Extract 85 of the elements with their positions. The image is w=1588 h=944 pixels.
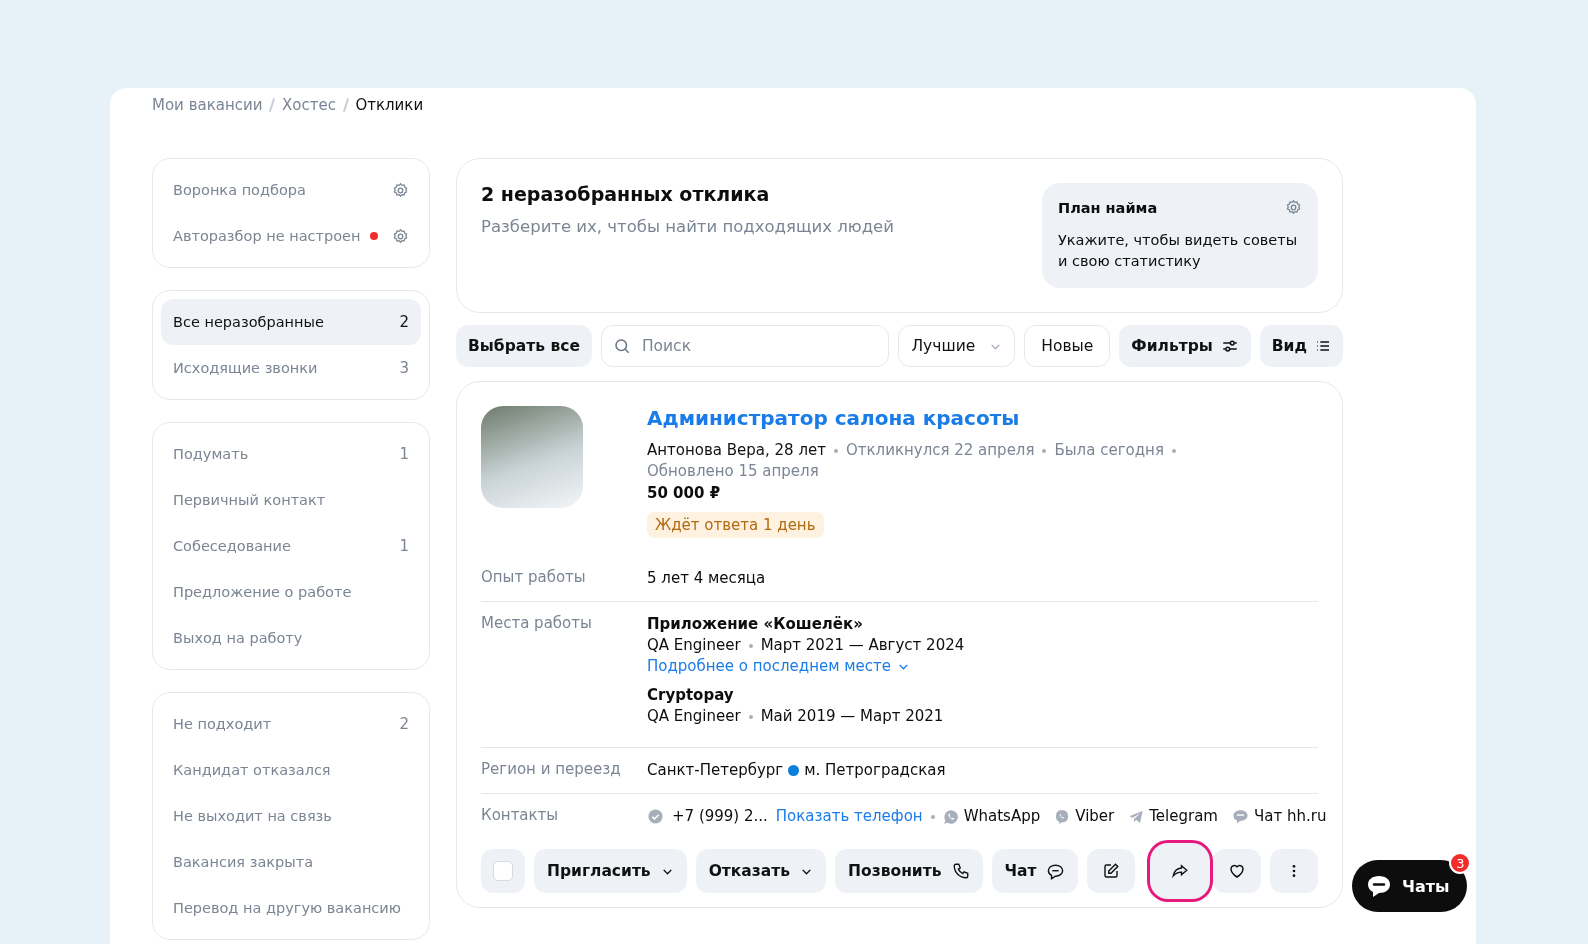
response-meta: Была сегодня [1054,440,1164,461]
bullet-separator [1042,448,1047,453]
list-icon [1315,338,1331,354]
more-link[interactable]: Подробнее о последнем месте [647,656,911,677]
verified-icon [647,808,664,825]
summary-subtitle: Разберите их, чтобы найти подходящих людей [481,217,895,236]
breadcrumb-link[interactable]: Мои вакансии [152,96,263,114]
select-checkbox[interactable] [493,861,513,881]
company-name: Cryptopay [647,685,735,706]
sidebar-item[interactable]: Первичный контакт [161,477,421,523]
bullet-separator [748,714,753,719]
hiring-plan-title: План найма [1058,199,1158,216]
salary: 50 000 ₽ [647,484,722,502]
sliders-icon [1220,337,1239,355]
phone-number: +7 (999) 2... [672,806,768,827]
sidebar-item[interactable]: Исходящие звонки 3 [161,345,421,391]
new-filter-button[interactable]: Новые [1024,325,1111,367]
sidebar-item[interactable]: Предложение о работе [161,569,421,615]
sort-dropdown[interactable]: Лучшие [898,325,1016,367]
search-field[interactable]: Поиск [600,325,890,367]
hiring-plan-text: Укажите, чтобы видеть советы и свою статистику [1058,231,1299,271]
sidebar-item[interactable]: Кандидат отказался [161,747,421,793]
favorite-button[interactable] [1213,849,1261,893]
messenger-link[interactable]: WhatsApp [963,806,1041,827]
telegram-icon [1128,808,1145,825]
sidebar-item[interactable]: Выход на работу [161,615,421,661]
call-button[interactable]: Позвонить [835,849,983,893]
job-position: QA Engineer [647,636,741,654]
reject-button[interactable]: Отказать [695,849,827,893]
edit-icon [1102,862,1121,880]
settings-icon[interactable] [1285,199,1302,216]
status-badge: Ждёт ответа 1 день [647,512,824,538]
bullet-separator [833,448,838,453]
bullet-separator [1171,448,1176,453]
company-name: Приложение «Кошелёк» [647,614,864,635]
phone-icon [951,862,970,880]
job-position: QA Engineer [647,707,741,725]
sidebar-item[interactable]: Не подходит 2 [161,701,421,747]
settings-icon[interactable] [392,227,409,245]
chat-icon [1366,874,1392,898]
field-label: Регион и переезд [481,760,622,780]
whatsapp-icon [942,808,959,825]
sidebar-item[interactable]: Собеседование 1 [161,523,421,569]
summary-title: 2 неразобранных отклика [481,183,771,205]
breadcrumb-link[interactable]: Хостес [282,96,336,114]
chat-icon [1231,808,1249,825]
response-meta: Откликнулся 22 апреля [845,440,1035,461]
view-button[interactable]: Вид [1259,325,1343,367]
messenger-link[interactable]: Чат hh.ru [1253,806,1327,827]
sidebar-item[interactable]: Вакансия закрыта [161,839,421,885]
sidebar-item[interactable]: Не выходит на связь [161,793,421,839]
candidate-name: Антонова Вера, 28 лет [647,440,826,461]
chat-button[interactable]: Чат [991,849,1079,893]
bullet-separator [930,814,935,819]
experience-value: 5 лет 4 месяца [647,569,766,587]
vacancy-link[interactable]: Администратор салона красоты [647,406,1287,430]
messenger-link[interactable]: Telegram [1149,806,1218,827]
sidebar-item[interactable]: Перевод на другую вакансию [161,885,421,931]
sidebar-setting[interactable]: Авторазбор не настроен [173,228,362,244]
job-period: Май 2019 — Март 2021 [760,707,944,725]
job-period: Март 2021 — Август 2024 [760,636,965,654]
breadcrumb-link[interactable]: Отклики [355,96,424,114]
invite-button[interactable]: Пригласить [534,849,687,893]
chat-bubble-icon [1046,861,1066,881]
sidebar-item[interactable]: Подумать 1 [161,431,421,477]
bullet-separator [748,643,753,648]
viber-icon [1054,808,1071,825]
share-icon [1171,862,1189,880]
select-all-button[interactable]: Выбрать все [456,325,592,367]
sidebar-setting[interactable]: Воронка подбора [173,182,384,198]
metro-station: м. Петроградская [804,761,946,779]
edit-button[interactable] [1087,849,1136,893]
field-label: Опыт работы [481,568,587,588]
city: Санкт-Петербург [647,761,784,779]
sidebar-item[interactable]: Все неразобранные 2 [161,299,421,345]
hiring-plan-card[interactable]: План найма Укажите, чтобы видеть советы и свою статистику [1042,183,1318,288]
settings-icon[interactable] [392,181,409,199]
response-meta: Обновлено 15 апреля [647,461,819,482]
show-phone-link[interactable]: Показать телефон [775,806,923,827]
heart-icon [1228,862,1246,880]
field-label: Контакты [481,806,560,826]
search-icon [612,337,631,355]
filters-button[interactable]: Фильтры [1119,325,1251,367]
messenger-link[interactable]: Viber [1075,806,1115,827]
field-label: Места работы [481,614,593,634]
